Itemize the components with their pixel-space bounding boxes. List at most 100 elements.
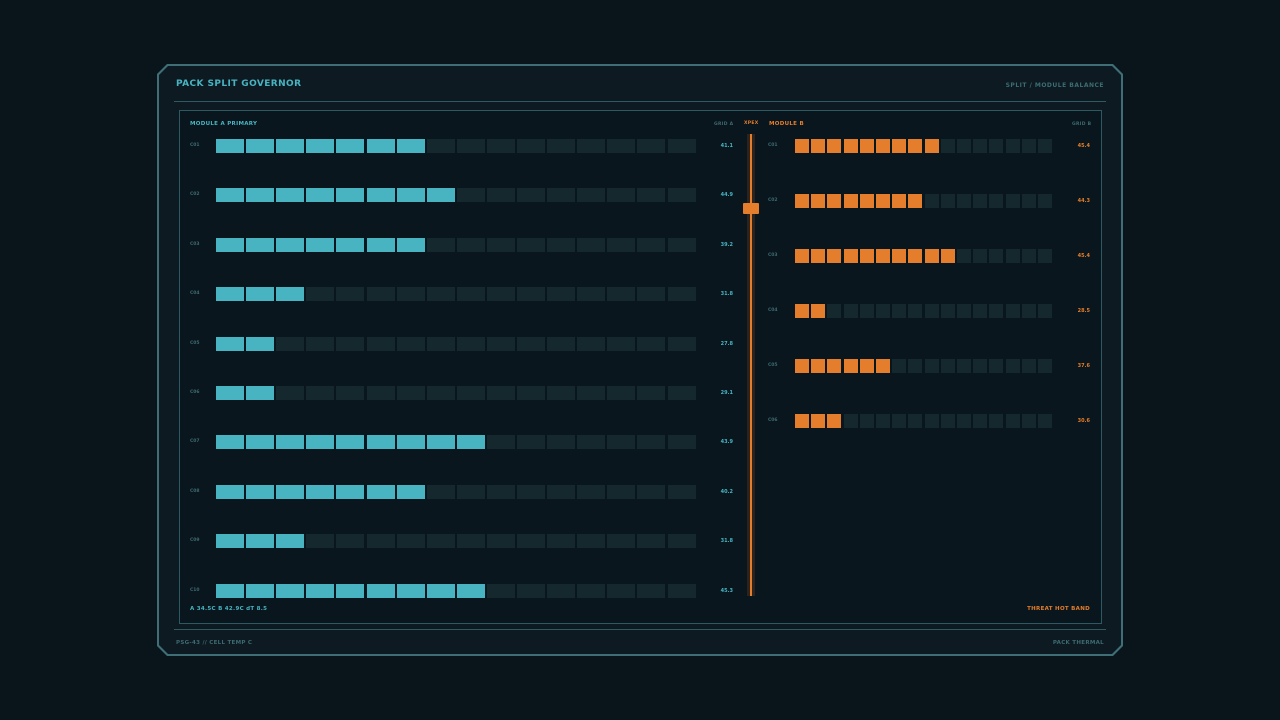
segment-filled <box>908 139 923 153</box>
segment-empty <box>667 386 696 400</box>
segment-filled <box>276 484 305 499</box>
segment-filled <box>216 386 244 400</box>
segment-filled <box>306 237 335 252</box>
segment-empty <box>426 336 455 351</box>
split-handle[interactable] <box>743 202 759 214</box>
segment-filled <box>216 237 244 252</box>
segment-filled <box>811 139 826 153</box>
segment-empty <box>547 534 576 549</box>
segment-empty <box>859 414 874 428</box>
segment-empty <box>396 386 425 400</box>
segment-empty <box>892 359 907 373</box>
segment-empty <box>547 188 576 203</box>
segment-empty <box>577 435 606 450</box>
segment-filled <box>456 583 485 598</box>
cell-value: 45.4 <box>1077 253 1090 259</box>
segment-filled <box>396 139 425 153</box>
cell-label: C05 <box>190 340 200 346</box>
segment-empty <box>547 237 576 252</box>
segment-empty <box>667 188 696 203</box>
footer-divider <box>174 629 1106 630</box>
segment-empty <box>306 386 335 400</box>
segment-empty <box>577 534 606 549</box>
segment-empty <box>486 534 515 549</box>
cell-label: C10 <box>190 587 200 593</box>
segment-empty <box>908 359 923 373</box>
segment-empty <box>827 304 842 318</box>
segment-filled <box>795 359 809 373</box>
segment-filled <box>216 336 244 351</box>
segment-empty <box>577 287 606 302</box>
segment-filled <box>426 435 455 450</box>
segment-empty <box>637 237 666 252</box>
segment-empty <box>607 336 636 351</box>
segment-filled <box>336 139 365 153</box>
segment-filled <box>827 414 842 428</box>
cell-label: C02 <box>190 192 200 198</box>
segment-empty <box>517 484 545 499</box>
segment-filled <box>366 435 395 450</box>
segment-empty <box>396 336 425 351</box>
segment-empty <box>843 304 858 318</box>
segment-filled <box>924 249 939 263</box>
segment-filled <box>843 249 858 263</box>
segment-filled <box>811 304 826 318</box>
segment-filled <box>216 484 244 499</box>
segment-filled <box>366 237 395 252</box>
segment-filled <box>795 139 809 153</box>
segment-filled <box>795 249 809 263</box>
segment-empty <box>336 534 365 549</box>
segment-empty <box>486 336 515 351</box>
footer-left: PSG-43 // CELL TEMP C <box>176 640 253 646</box>
segment-filled <box>246 336 275 351</box>
segment-empty <box>637 534 666 549</box>
cell-label: C02 <box>768 198 778 203</box>
segment-empty <box>517 583 545 598</box>
segment-empty <box>1005 359 1020 373</box>
segment-empty <box>306 336 335 351</box>
segment-empty <box>637 336 666 351</box>
segment-empty <box>957 139 971 153</box>
segment-empty <box>989 249 1004 263</box>
segment-empty <box>973 414 988 428</box>
cell-value: 45.3 <box>720 587 733 594</box>
segment-filled <box>859 194 874 208</box>
segment-filled <box>216 287 244 302</box>
segment-filled <box>246 386 275 400</box>
segment-empty <box>908 304 923 318</box>
segment-empty <box>1005 414 1020 428</box>
cell-label: C01 <box>190 143 200 148</box>
segment-empty <box>637 386 666 400</box>
segment-empty <box>667 139 696 153</box>
segment-empty <box>637 139 666 153</box>
segment-empty <box>456 534 485 549</box>
segment-empty <box>940 139 955 153</box>
segment-filled <box>306 188 335 203</box>
segment-empty <box>859 304 874 318</box>
segment-empty <box>547 435 576 450</box>
segment-empty <box>1005 304 1020 318</box>
cell-value: 37.6 <box>1077 363 1090 369</box>
segment-empty <box>486 386 515 400</box>
segment-empty <box>1038 139 1052 153</box>
segment-filled <box>216 435 244 450</box>
segment-filled <box>876 139 890 153</box>
cell-label: C05 <box>768 363 778 368</box>
cell-value: 44.9 <box>720 192 733 199</box>
footer-right: PACK THERMAL <box>1052 640 1104 646</box>
segment-empty <box>426 484 455 499</box>
segment-empty <box>973 139 988 153</box>
segment-empty <box>577 386 606 400</box>
segment-empty <box>637 188 666 203</box>
segment-empty <box>426 237 455 252</box>
segment-empty <box>892 304 907 318</box>
segment-filled <box>246 435 275 450</box>
segment-filled <box>276 534 305 549</box>
segment-filled <box>276 188 305 203</box>
segment-empty <box>336 336 365 351</box>
segment-empty <box>426 534 455 549</box>
segment-empty <box>517 435 545 450</box>
grid-b-label: GRID B <box>1072 122 1092 127</box>
cell-label: C04 <box>190 291 200 297</box>
segment-filled <box>276 287 305 302</box>
